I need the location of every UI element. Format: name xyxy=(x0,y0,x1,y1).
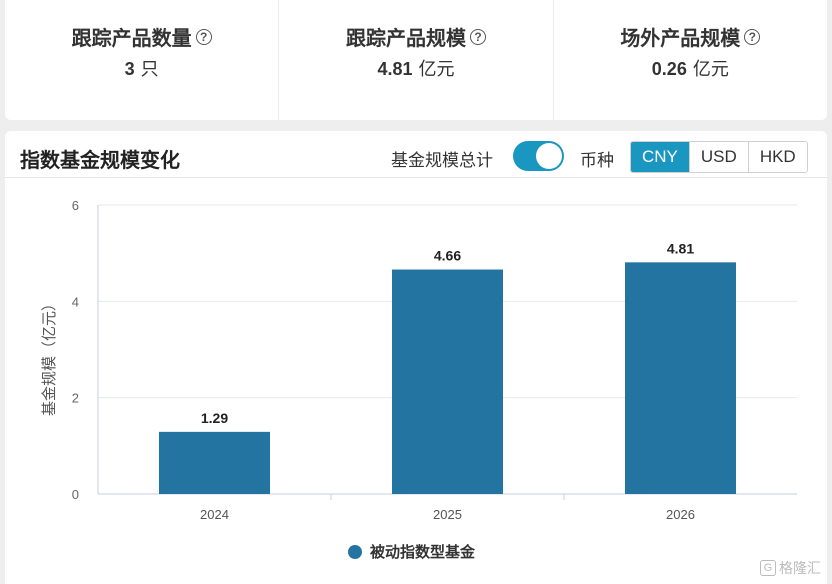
stat-title: 跟踪产品数量 xyxy=(71,28,192,50)
y-tick-label: 4 xyxy=(72,294,79,309)
y-tick-label: 2 xyxy=(72,391,79,406)
legend-marker[interactable] xyxy=(348,545,362,559)
stat-unit: 只 xyxy=(140,59,159,79)
stat-title: 场外产品规模 xyxy=(620,28,741,50)
bar-data-label: 4.66 xyxy=(434,248,461,264)
watermark-logo-icon: G xyxy=(760,560,776,576)
x-tick-label: 2024 xyxy=(200,507,229,522)
y-tick-label: 6 xyxy=(72,198,79,213)
bar-2024[interactable] xyxy=(159,431,270,494)
help-icon[interactable]: ? xyxy=(744,28,761,45)
bar-2025[interactable] xyxy=(392,269,503,494)
watermark: G 格隆汇 xyxy=(760,558,821,578)
x-tick-label: 2025 xyxy=(433,507,462,522)
stat-value: 4.81 xyxy=(377,59,413,79)
fund-size-bar-chart: 0246 基金规模（亿元） 1.294.66 4.81 2024 2025 2026 … xyxy=(41,198,797,561)
stat-title: 跟踪产品规模 xyxy=(345,28,466,50)
help-icon[interactable]: ? xyxy=(195,28,212,45)
y-tick-label: 0 xyxy=(72,487,79,502)
x-tick-label: 2026 xyxy=(666,507,695,522)
stat-otc-size: 场外产品规模 ? 0.26 亿元 xyxy=(552,0,827,120)
bar-2026[interactable] xyxy=(625,262,736,494)
stat-product-count: 跟踪产品数量 ? 3 只 xyxy=(5,0,278,120)
stat-unit: 亿元 xyxy=(418,59,455,79)
bar-data-label: 1.29 xyxy=(201,410,228,426)
stat-value: 3 xyxy=(124,59,135,79)
stat-value: 0.26 xyxy=(651,59,687,79)
index-fund-size-panel: 指数基金规模变化 基金规模总计 币种 CNY USD HKD 0246 基金规模… xyxy=(5,131,827,584)
stat-unit: 亿元 xyxy=(692,59,729,79)
stat-product-size: 跟踪产品规模 ? 4.81 亿元 xyxy=(278,0,552,120)
legend-label[interactable]: 被动指数型基金 xyxy=(370,543,476,561)
watermark-text: 格隆汇 xyxy=(779,560,821,576)
bar-data-label: 4.81 xyxy=(667,240,694,256)
summary-stats: 跟踪产品数量 ? 3 只 跟踪产品规模 ? 4.81 亿元 场外产品规模 ? 0… xyxy=(5,0,827,120)
help-icon[interactable]: ? xyxy=(469,28,486,45)
y-axis-label: 基金规模（亿元） xyxy=(41,296,58,416)
